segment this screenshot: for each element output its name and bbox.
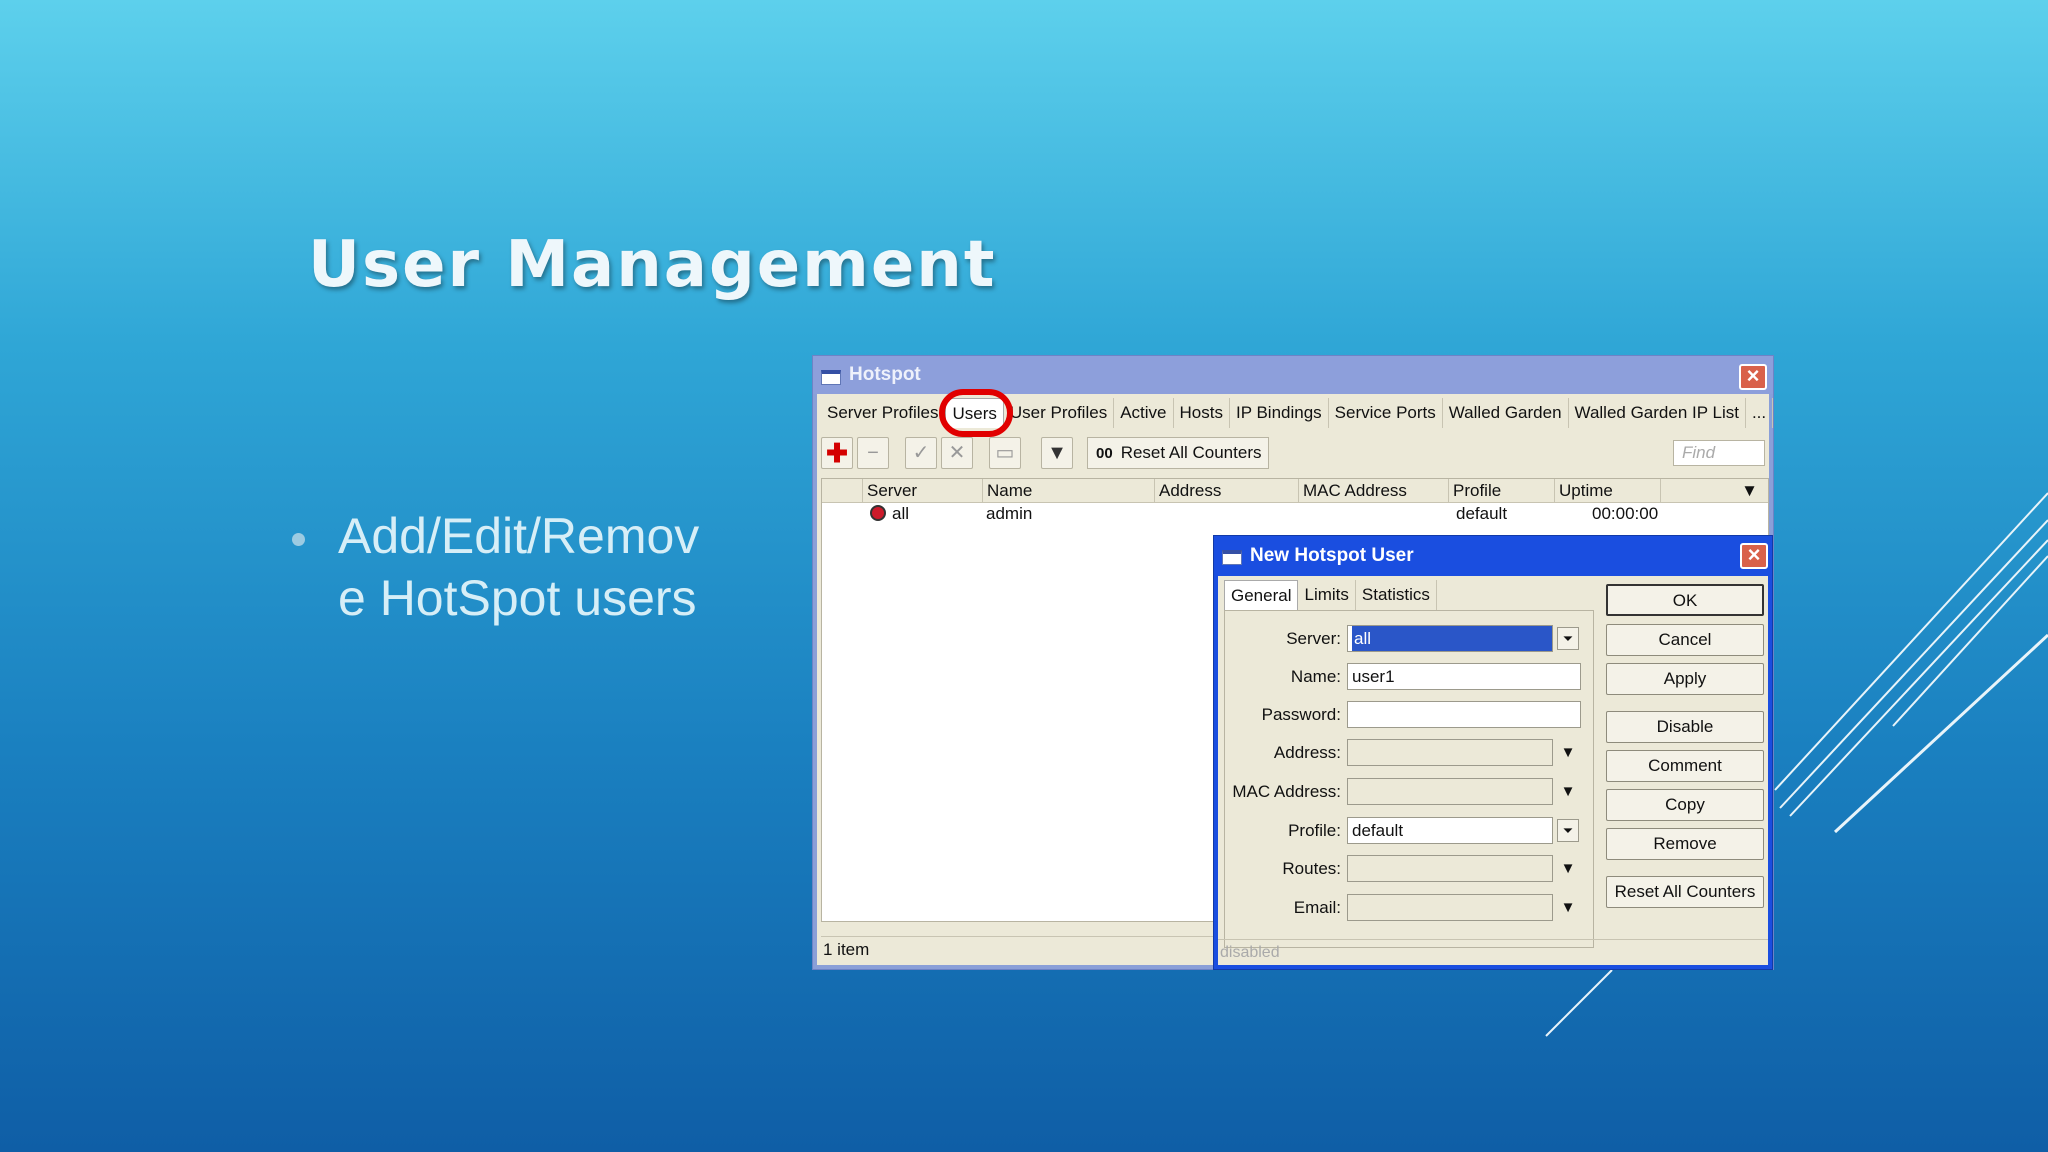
tab-user-profiles[interactable]: User Profiles — [1004, 398, 1115, 428]
tab-walled-garden-ip-list[interactable]: Walled Garden IP List — [1569, 398, 1746, 428]
bullet-text: Add/Edit/Remov e HotSpot users — [338, 508, 700, 626]
password-field[interactable] — [1347, 701, 1581, 728]
tab-active[interactable]: Active — [1114, 398, 1174, 428]
server-label: Server: — [1286, 629, 1341, 648]
address-label: Address: — [1273, 743, 1341, 762]
dialog-tab-bar: General Limits Statistics — [1224, 580, 1437, 610]
email-field[interactable] — [1347, 894, 1553, 921]
tab-limits[interactable]: Limits — [1298, 580, 1356, 610]
tab-service-ports[interactable]: Service Ports — [1329, 398, 1443, 428]
name-field[interactable]: user1 — [1347, 663, 1581, 690]
routes-label: Routes: — [1282, 859, 1341, 878]
cell-uptime: 00:00:00 — [1592, 504, 1659, 523]
column-profile[interactable]: Profile — [1448, 479, 1554, 503]
dialog-status: disabled — [1218, 939, 1768, 965]
email-label: Email: — [1293, 898, 1341, 917]
address-field[interactable] — [1347, 739, 1553, 766]
reset-counters-button[interactable]: Reset All Counters — [1606, 876, 1764, 908]
general-form: Server: all ⏷ Name: user1 Password: Addr… — [1224, 610, 1594, 948]
server-icon — [870, 505, 886, 521]
reset-counter-icon: 00 — [1096, 445, 1113, 462]
window-close-button[interactable]: × — [1739, 364, 1767, 390]
window-title: Hotspot — [849, 364, 921, 385]
enable-button[interactable]: ✓ — [905, 437, 937, 469]
address-row: Address: ▼ — [1225, 739, 1595, 767]
cell-name: admin — [986, 504, 1033, 523]
column-address[interactable]: Address — [1154, 479, 1298, 503]
slide-title: User Management — [308, 228, 997, 302]
mac-label: MAC Address: — [1232, 782, 1341, 801]
add-button[interactable]: ✚ — [821, 437, 853, 469]
tab-users[interactable]: Users — [945, 398, 1004, 428]
mac-expand-icon[interactable]: ▼ — [1557, 782, 1579, 802]
routes-row: Routes: ▼ — [1225, 855, 1595, 883]
copy-button[interactable]: Copy — [1606, 789, 1764, 821]
server-dropdown-icon[interactable]: ⏷ — [1557, 627, 1579, 650]
table-row[interactable]: all admin default 00:00:00 — [822, 503, 1768, 525]
tab-hosts[interactable]: Hosts — [1174, 398, 1230, 428]
reset-all-counters-button[interactable]: 00 Reset All Counters — [1087, 437, 1269, 469]
tab-server-profiles[interactable]: Server Profiles — [821, 398, 946, 428]
profile-select[interactable]: default — [1347, 817, 1553, 844]
name-row: Name: user1 — [1225, 663, 1595, 691]
tab-more[interactable]: ... — [1746, 398, 1774, 428]
table-header: Server Name Address MAC Address Profile … — [822, 479, 1768, 503]
server-select[interactable]: all — [1347, 625, 1553, 652]
routes-expand-icon[interactable]: ▼ — [1557, 859, 1579, 879]
tab-ip-bindings[interactable]: IP Bindings — [1230, 398, 1329, 428]
profile-label: Profile: — [1288, 821, 1341, 840]
mac-row: MAC Address: ▼ — [1225, 778, 1595, 806]
email-expand-icon[interactable]: ▼ — [1557, 898, 1579, 918]
column-server[interactable]: Server — [862, 479, 982, 503]
column-uptime[interactable]: Uptime — [1554, 479, 1660, 503]
name-label: Name: — [1290, 667, 1341, 686]
column-mac-address[interactable]: MAC Address — [1298, 479, 1448, 503]
ok-button[interactable]: OK — [1606, 584, 1764, 616]
column-menu-icon[interactable]: ▼ — [1660, 479, 1766, 503]
tab-statistics[interactable]: Statistics — [1356, 580, 1437, 610]
window-icon — [821, 370, 841, 385]
dialog-body: General Limits Statistics Server: all ⏷ … — [1218, 576, 1768, 965]
remove-user-button[interactable]: Remove — [1606, 828, 1764, 860]
window-titlebar[interactable]: Hotspot × — [813, 356, 1773, 394]
apply-button[interactable]: Apply — [1606, 663, 1764, 695]
mac-address-field[interactable] — [1347, 778, 1553, 805]
email-row: Email: ▼ — [1225, 894, 1595, 922]
profile-dropdown-icon[interactable]: ⏷ — [1557, 819, 1579, 842]
filter-icon[interactable]: ▼ — [1041, 437, 1073, 469]
dialog-title: New Hotspot User — [1250, 545, 1414, 566]
dialog-close-button[interactable]: × — [1740, 543, 1768, 569]
disable-button[interactable]: ✕ — [941, 437, 973, 469]
password-label: Password: — [1261, 705, 1341, 724]
server-row: Server: all ⏷ — [1225, 625, 1595, 653]
password-row: Password: — [1225, 701, 1595, 729]
dialog-icon — [1222, 550, 1242, 565]
cell-server: all — [866, 503, 909, 525]
disable-user-button[interactable]: Disable — [1606, 711, 1764, 743]
reset-label: Reset All Counters — [1120, 443, 1262, 462]
new-hotspot-user-dialog: New Hotspot User × General Limits Statis… — [1213, 535, 1773, 970]
bullet-dot — [292, 533, 305, 546]
comment-user-button[interactable]: Comment — [1606, 750, 1764, 782]
cancel-button[interactable]: Cancel — [1606, 624, 1764, 656]
comment-button[interactable]: ▭ — [989, 437, 1021, 469]
tab-general[interactable]: General — [1224, 580, 1299, 610]
remove-button[interactable]: − — [857, 437, 889, 469]
address-expand-icon[interactable]: ▼ — [1557, 743, 1579, 763]
tab-walled-garden[interactable]: Walled Garden — [1443, 398, 1569, 428]
find-input[interactable]: Find — [1673, 440, 1765, 466]
column-name[interactable]: Name — [982, 479, 1154, 503]
profile-row: Profile: default ⏷ — [1225, 817, 1595, 845]
cell-profile: default — [1456, 504, 1508, 523]
toolbar: ✚ − ✓ ✕ ▭ ▼ 00 Reset All Counters Find — [817, 434, 1769, 472]
routes-field[interactable] — [1347, 855, 1553, 882]
tab-bar: Server Profiles Users User Profiles Acti… — [817, 394, 1774, 428]
